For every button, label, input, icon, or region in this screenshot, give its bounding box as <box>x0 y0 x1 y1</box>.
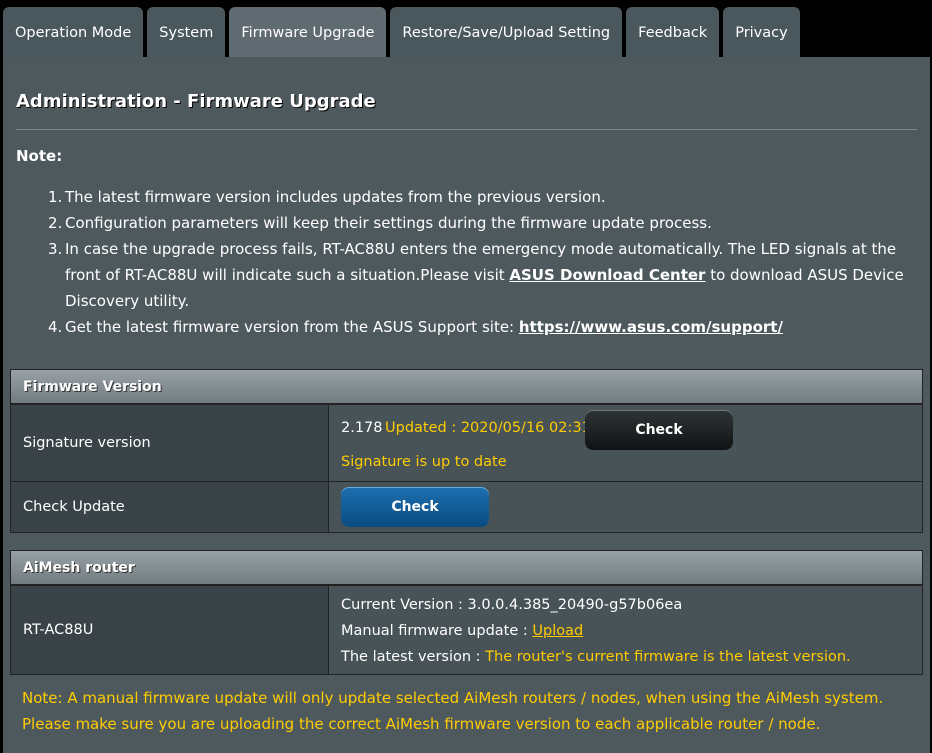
tab-operation-mode[interactable]: Operation Mode <box>3 7 144 59</box>
asus-download-center-link[interactable]: ASUS Download Center <box>509 266 705 284</box>
notes-list: 1. The latest firmware version includes … <box>16 184 921 340</box>
signature-version-row: Signature version 2.178 Updated : 2020/0… <box>11 404 922 481</box>
current-version-label: Current Version : <box>341 597 468 613</box>
note-label: Note: <box>16 147 63 165</box>
note-number: 1. <box>48 188 63 206</box>
firmware-version-table: Firmware Version Signature version 2.178… <box>10 369 923 533</box>
note-item-4: 4. Get the latest firmware version from … <box>16 314 921 340</box>
signature-version-label: Signature version <box>11 405 329 481</box>
signature-status: Signature is up to date <box>341 454 507 470</box>
latest-version-status: The router's current firmware is the lat… <box>485 649 851 665</box>
aimesh-router-header: AiMesh router <box>11 551 922 585</box>
firmware-version-header: Firmware Version <box>11 370 922 404</box>
check-update-value-cell: Check <box>329 482 922 532</box>
manual-update-label: Manual firmware update : <box>341 623 533 639</box>
asus-support-link[interactable]: https://www.asus.com/support/ <box>519 318 783 336</box>
note-item-3: 3. In case the upgrade process fails, RT… <box>16 236 921 314</box>
signature-check-button[interactable]: Check <box>585 410 733 450</box>
note-number: 4. <box>48 318 63 336</box>
tab-feedback[interactable]: Feedback <box>626 7 720 59</box>
note-number: 3. <box>48 240 63 258</box>
note-text: The latest firmware version includes upd… <box>65 188 606 206</box>
check-update-button[interactable]: Check <box>341 487 489 527</box>
check-update-label: Check Update <box>11 482 329 532</box>
note-text: Get the latest firmware version from the… <box>65 318 519 336</box>
check-update-row: Check Update Check <box>11 481 922 532</box>
aimesh-router-info-cell: Current Version : 3.0.0.4.385_20490-g57b… <box>329 586 922 674</box>
upload-link[interactable]: Upload <box>532 623 583 639</box>
tab-firmware-upgrade[interactable]: Firmware Upgrade <box>229 7 387 59</box>
tab-bar: Operation Mode System Firmware Upgrade R… <box>3 7 800 59</box>
aimesh-router-info: Current Version : 3.0.0.4.385_20490-g57b… <box>341 592 851 670</box>
signature-updated-date: Updated : 2020/05/16 02:31 <box>385 420 591 436</box>
current-version-line: Current Version : 3.0.0.4.385_20490-g57b… <box>341 592 851 618</box>
latest-version-line: The latest version : The router's curren… <box>341 644 851 670</box>
signature-version-value-cell: 2.178 Updated : 2020/05/16 02:31 Signatu… <box>329 405 922 481</box>
aimesh-bottom-note: Note: A manual firmware update will only… <box>22 689 884 733</box>
tab-privacy[interactable]: Privacy <box>723 7 800 59</box>
aimesh-router-table: AiMesh router RT-AC88U Current Version :… <box>10 550 923 675</box>
tab-system[interactable]: System <box>147 7 226 59</box>
aimesh-router-name: RT-AC88U <box>11 586 329 674</box>
aimesh-router-row: RT-AC88U Current Version : 3.0.0.4.385_2… <box>11 585 922 674</box>
manual-update-line: Manual firmware update : Upload <box>341 618 851 644</box>
latest-version-label: The latest version : <box>341 649 486 665</box>
tab-restore-save-upload-setting[interactable]: Restore/Save/Upload Setting <box>390 7 623 59</box>
note-item-2: 2. Configuration parameters will keep th… <box>16 210 921 236</box>
note-text: Configuration parameters will keep their… <box>65 214 712 232</box>
current-version-value: 3.0.0.4.385_20490-g57b06ea <box>467 597 683 613</box>
note-number: 2. <box>48 214 63 232</box>
title-divider <box>16 129 917 130</box>
signature-version-value: 2.178 <box>341 420 383 436</box>
note-item-1: 1. The latest firmware version includes … <box>16 184 921 210</box>
content-panel: Administration - Firmware Upgrade Note: … <box>3 57 930 753</box>
page-title: Administration - Firmware Upgrade <box>16 91 376 112</box>
